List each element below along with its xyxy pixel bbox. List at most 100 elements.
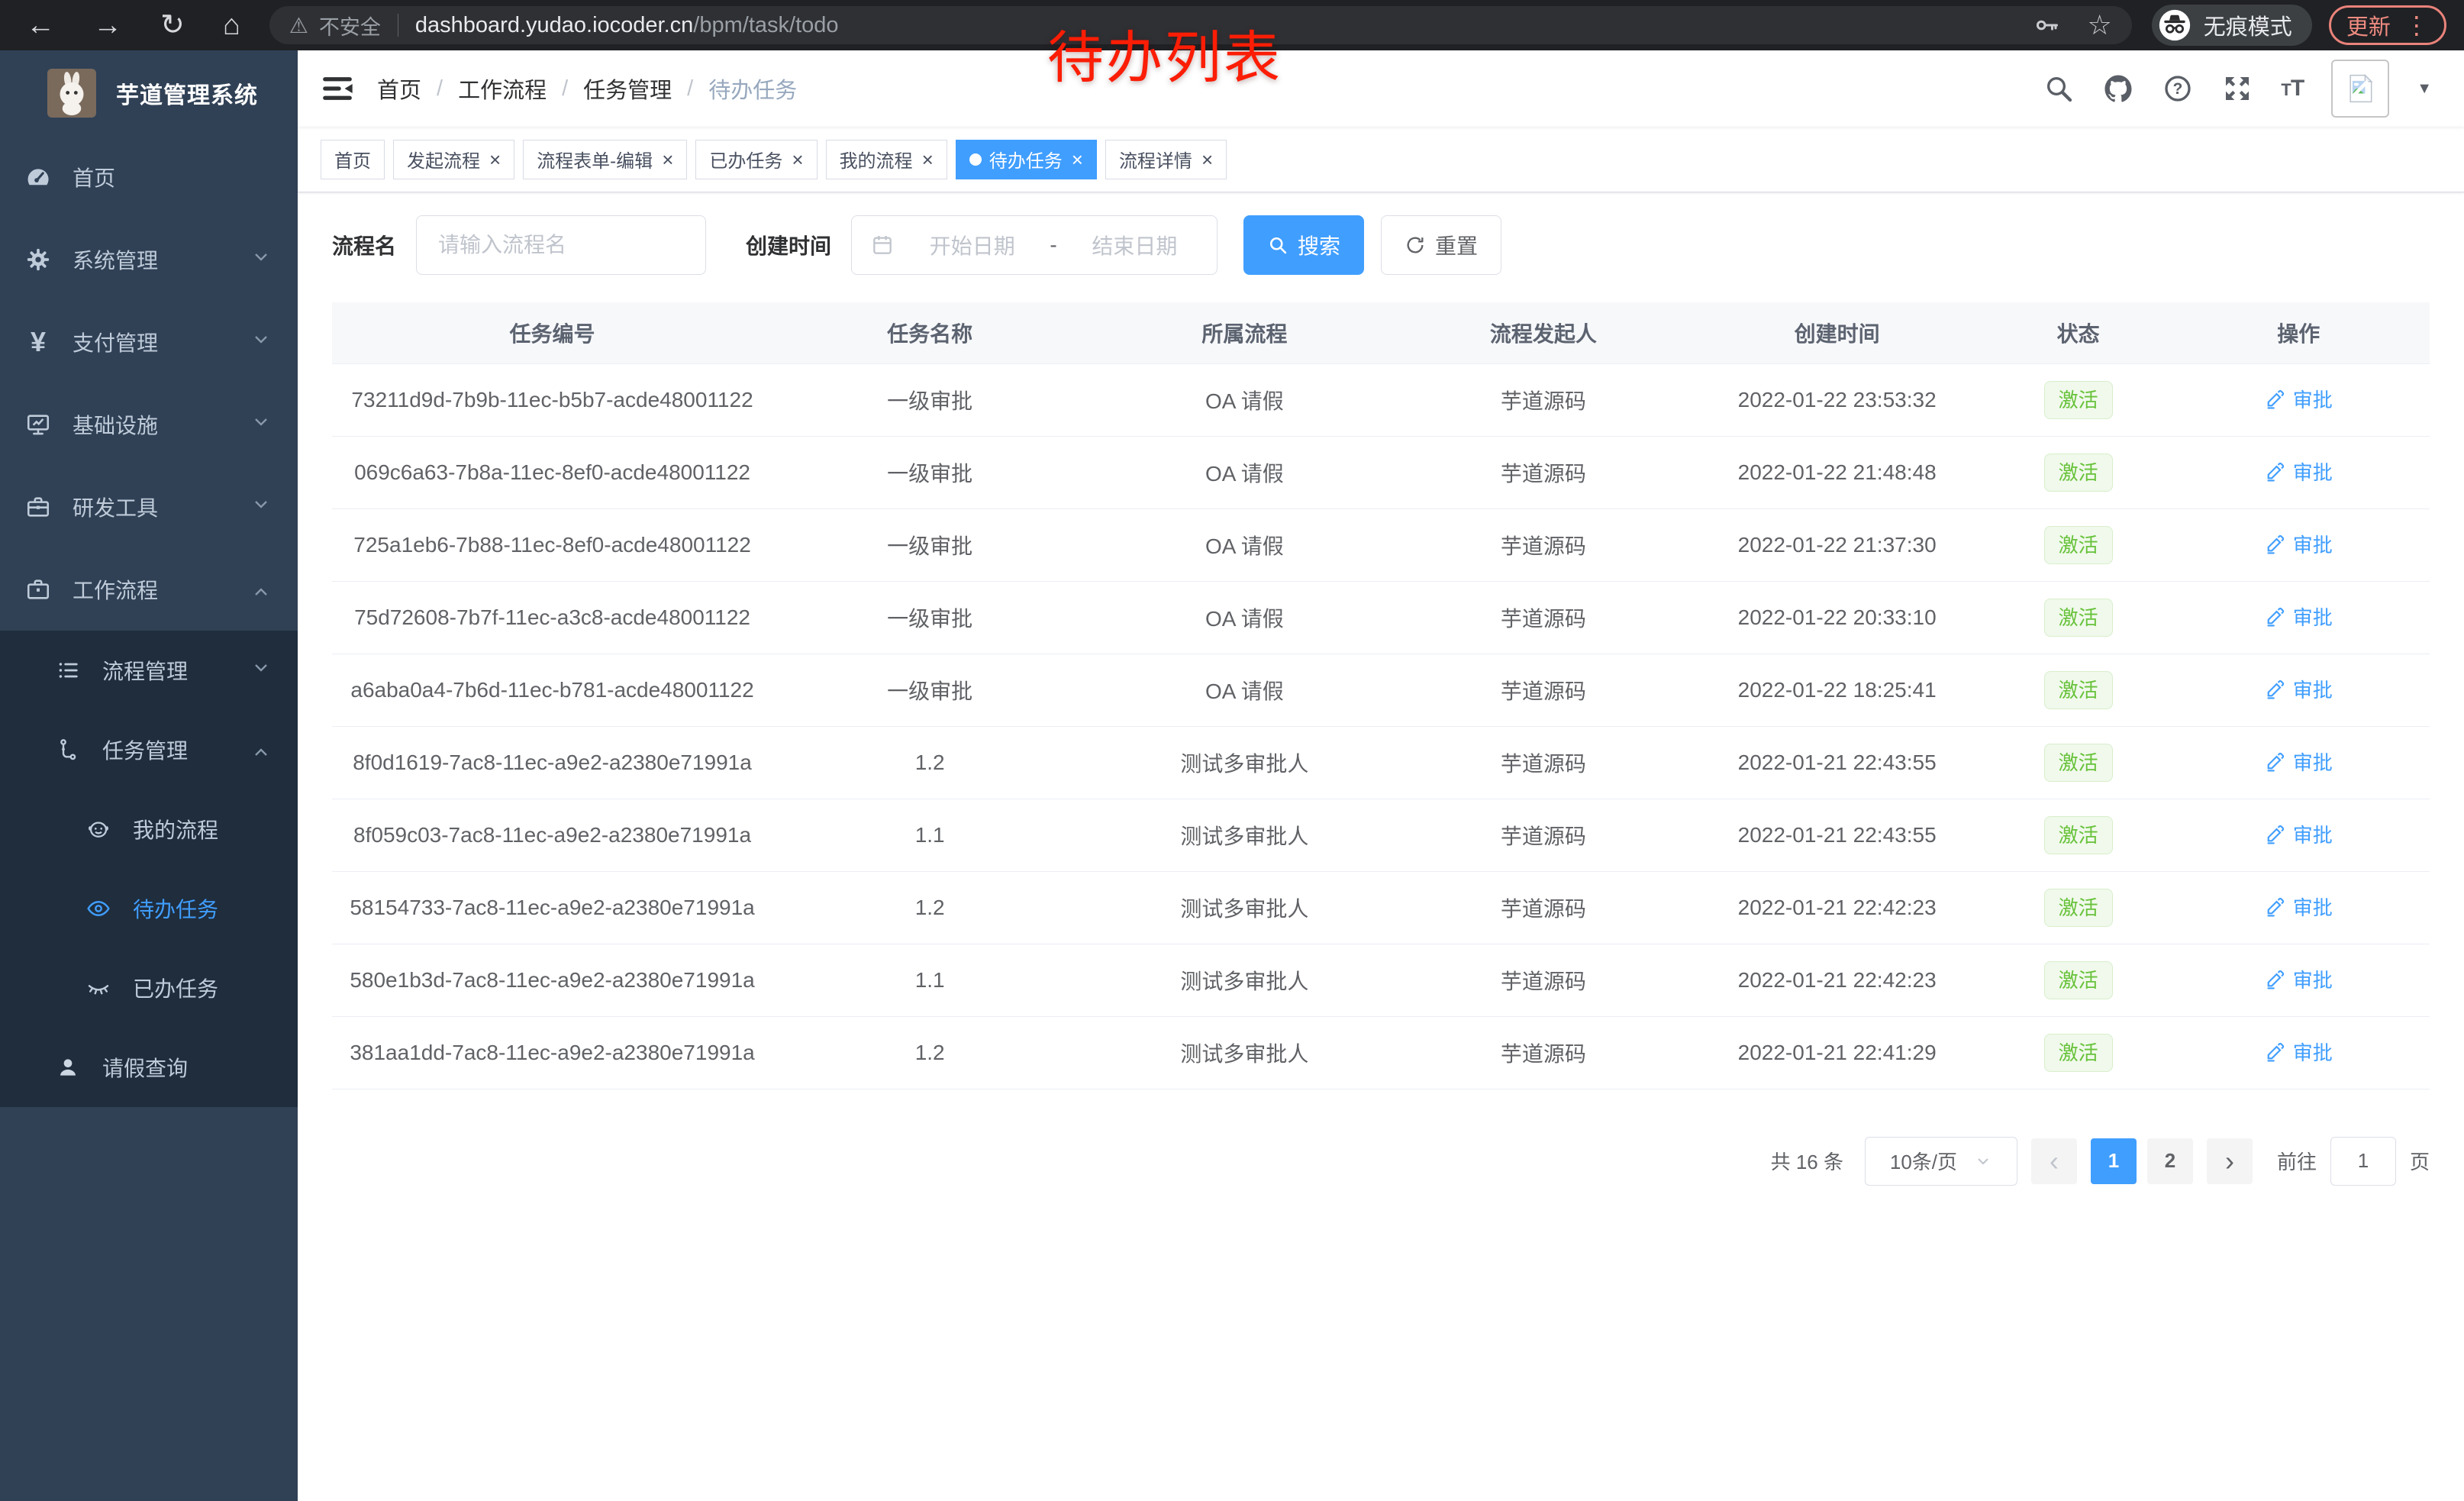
tab-close-icon[interactable]: × [489,150,501,169]
sidebar-item-devtools[interactable]: 研发工具 [0,466,298,548]
task-id-cell: 069c6a63-7b8a-11ec-8ef0-acde48001122 [332,436,772,508]
breadcrumb-separator: / [687,76,693,102]
breadcrumb-item[interactable]: 待办任务 / [708,73,797,105]
date-range-separator: - [1050,233,1056,257]
tasks-table: 任务编号任务名称所属流程流程发起人创建时间状态操作 73211d9d-7b9b-… [332,302,2430,1089]
sidebar-item-leave-query[interactable]: 请假查询 [0,1028,298,1107]
sidebar-item-todo-tasks[interactable]: 待办任务 [0,869,298,948]
tab[interactable]: 已办任务 × [695,140,817,179]
not-secure-label[interactable]: 不安全 [319,11,381,40]
sidebar-item-done-tasks[interactable]: 已办任务 [0,948,298,1028]
back-icon[interactable]: ← [26,11,55,40]
flow-tree-icon [55,737,81,763]
process-cell: 测试多审批人 [1087,799,1401,871]
tab[interactable]: 流程详情 × [1105,140,1227,179]
page-number-button[interactable]: 2 [2147,1138,2193,1184]
table-row: 8f0d1619-7ac8-11ec-a9e2-a2380e71991a 1.2… [332,726,2430,799]
sidebar-item-label: 首页 [73,162,115,192]
avatar[interactable] [2331,60,2389,118]
reload-icon[interactable]: ↻ [160,11,185,40]
update-button[interactable]: 更新 ⋮ [2329,5,2446,45]
sidebar-item-payment[interactable]: ¥ 支付管理 [0,301,298,383]
sidebar-collapse-icon[interactable] [298,72,377,105]
sidebar-item-process-mgmt[interactable]: 流程管理 [0,631,298,710]
font-size-icon[interactable]: TT [2281,76,2304,102]
total-count: 共 16 条 [1771,1147,1843,1175]
not-secure-warning-icon[interactable]: ⚠ [289,13,308,38]
fullscreen-icon[interactable] [2221,73,2253,105]
column-header: 所属流程 [1087,302,1401,363]
goto-page-input[interactable] [2330,1137,2396,1186]
browser-menu-dots-icon[interactable]: ⋮ [2404,13,2429,37]
tab[interactable]: 流程表单-编辑 × [523,140,687,179]
sidebar-item-task-mgmt[interactable]: 任务管理 [0,710,298,789]
date-range-picker[interactable]: 开始日期 - 结束日期 [851,215,1217,275]
github-icon[interactable] [2102,73,2134,105]
process-name-input[interactable] [416,215,706,275]
tab[interactable]: 发起流程 × [393,140,514,179]
tab-close-icon[interactable]: × [922,150,934,169]
breadcrumb-item[interactable]: 工作流程 / [458,73,568,105]
table-row: 8f059c03-7ac8-11ec-a9e2-a2380e71991a 1.1… [332,799,2430,871]
approve-link[interactable]: 审批 [2265,820,2333,848]
task-name-cell: 一级审批 [772,436,1087,508]
bookmark-star-icon[interactable]: ☆ [2088,9,2112,41]
sidebar-item-label: 任务管理 [102,734,188,765]
approve-link[interactable]: 审批 [2265,457,2333,486]
workflow-submenu: 流程管理 任务管理 我的流程 [0,631,298,1107]
browser-chrome: ← → ↻ ⌂ ⚠ 不安全 dashboard.yudao.iocoder.cn… [0,0,2464,50]
sidebar-item-infrastructure[interactable]: 基础设施 [0,383,298,466]
tab-label: 流程详情 [1119,146,1192,173]
approve-link[interactable]: 审批 [2265,893,2333,921]
task-id-cell: 580e1b3d-7ac8-11ec-a9e2-a2380e71991a [332,944,772,1016]
breadcrumb-item[interactable]: 首页 / [377,73,443,105]
approve-link[interactable]: 审批 [2265,747,2333,776]
address-bar[interactable]: ⚠ 不安全 dashboard.yudao.iocoder.cn/bpm/tas… [269,6,2132,44]
chevron-down-icon [250,247,272,273]
approve-link[interactable]: 审批 [2265,602,2333,631]
update-label[interactable]: 更新 [2346,9,2391,41]
search-button-icon [1267,234,1288,256]
password-key-icon[interactable] [2033,11,2060,39]
briefcase-icon [25,576,51,602]
tab-close-icon[interactable]: × [792,150,803,169]
created-time-cell: 2022-01-22 20:33:10 [1685,581,1988,654]
tab-close-icon[interactable]: × [1201,150,1213,169]
table-row: 75d72608-7b7f-11ec-a3c8-acde48001122 一级审… [332,581,2430,654]
prev-page-button[interactable]: ‹ [2031,1138,2077,1184]
avatar-caret-icon[interactable]: ▼ [2417,80,2432,98]
search-icon[interactable] [2043,73,2075,105]
url-path[interactable]: /bpm/task/todo [693,13,838,38]
start-date-placeholder[interactable]: 开始日期 [908,230,1036,260]
approve-link[interactable]: 审批 [2265,385,2333,413]
tab[interactable]: 我的流程 × [826,140,947,179]
forward-icon[interactable]: → [93,11,122,40]
breadcrumb-item[interactable]: 任务管理 / [583,73,693,105]
next-page-button[interactable]: › [2207,1138,2253,1184]
approve-link[interactable]: 审批 [2265,675,2333,703]
app-logo-row[interactable]: 芋道管理系统 [0,50,298,136]
tab-close-icon[interactable]: × [1072,150,1083,169]
tab[interactable]: 待办任务 × [956,140,1097,179]
tab-close-icon[interactable]: × [662,150,673,169]
tab[interactable]: 首页 × [321,140,385,179]
url-host[interactable]: dashboard.yudao.iocoder.cn [415,13,693,38]
approve-link[interactable]: 审批 [2265,1038,2333,1066]
table-row: 069c6a63-7b8a-11ec-8ef0-acde48001122 一级审… [332,436,2430,508]
sidebar-item-my-process[interactable]: 我的流程 [0,789,298,869]
approve-link[interactable]: 审批 [2265,530,2333,558]
search-button[interactable]: 搜索 [1243,215,1364,275]
approve-link[interactable]: 审批 [2265,965,2333,993]
incognito-icon [2158,8,2191,42]
reset-button[interactable]: 重置 [1381,215,1501,275]
help-icon[interactable]: ? [2162,73,2194,105]
sidebar-item-system[interactable]: 系统管理 [0,218,298,301]
sidebar-item-workflow[interactable]: 工作流程 [0,548,298,631]
status-badge: 激活 [2044,671,2113,709]
page-number-button[interactable]: 1 [2091,1138,2137,1184]
end-date-placeholder[interactable]: 结束日期 [1071,230,1198,260]
sidebar-item-home[interactable]: 首页 [0,136,298,218]
task-id-cell: 8f0d1619-7ac8-11ec-a9e2-a2380e71991a [332,726,772,799]
page-size-select[interactable]: 10条/页 [1865,1137,2017,1186]
home-icon[interactable]: ⌂ [223,11,240,40]
